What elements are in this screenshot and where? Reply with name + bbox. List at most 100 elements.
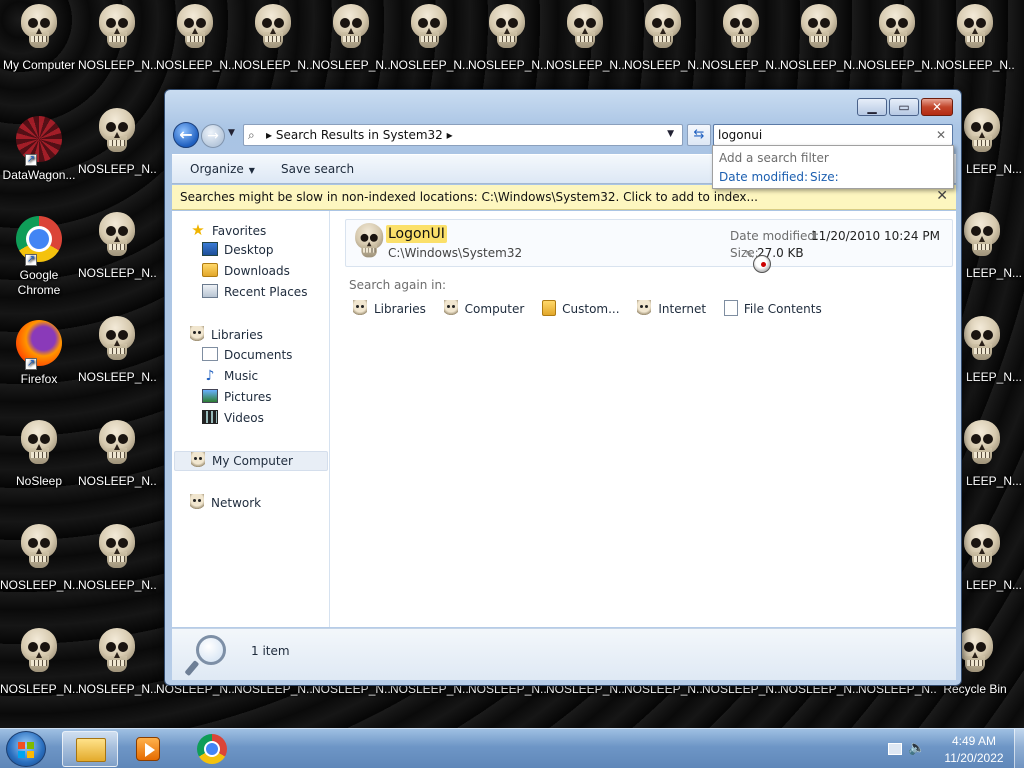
nav-libraries[interactable]: Libraries bbox=[190, 326, 263, 346]
back-button[interactable]: ← bbox=[173, 122, 199, 148]
skull-icon bbox=[485, 4, 529, 52]
nav-videos[interactable]: Videos bbox=[202, 410, 264, 430]
nav-pictures[interactable]: Pictures bbox=[202, 389, 272, 409]
address-dropdown-icon[interactable]: ▼ bbox=[667, 129, 674, 139]
skull-icon bbox=[719, 4, 763, 52]
nav-label: Downloads bbox=[224, 264, 290, 278]
skull-icon bbox=[407, 4, 451, 52]
search-again-file-contents[interactable]: File Contents bbox=[723, 300, 822, 316]
desktop-icon-nosleep[interactable]: NoSleep bbox=[0, 420, 78, 520]
desktop-icon-nosleep-file[interactable]: NOSLEEP_N... bbox=[78, 4, 156, 104]
filter-heading: Add a search filter bbox=[719, 151, 829, 165]
desktop-icon-label: NOSLEEP_N... bbox=[390, 58, 468, 72]
documents-icon bbox=[202, 347, 218, 361]
media-player-icon bbox=[136, 737, 160, 761]
skull-icon bbox=[95, 4, 139, 52]
internet-icon bbox=[637, 300, 652, 316]
forward-button[interactable]: → bbox=[201, 124, 225, 148]
info-bar-text[interactable]: Searches might be slow in non-indexed lo… bbox=[180, 190, 758, 204]
nav-label: Recent Places bbox=[224, 285, 308, 299]
desktop-icon-nosleep-file[interactable]: NOSLEEP_N... bbox=[0, 524, 78, 624]
chrome-icon bbox=[197, 734, 227, 764]
address-bar[interactable]: ⌕ ▸ Search Results in System32 ▸ ▼ bbox=[243, 124, 683, 146]
shortcut-arrow-icon: ↗ bbox=[25, 358, 37, 370]
breadcrumb[interactable]: ▸ Search Results in System32 ▸ bbox=[266, 128, 453, 142]
navigation-pane: ★ Favorites Desktop Downloads Recent Plac… bbox=[172, 211, 330, 627]
recent-places-icon bbox=[202, 284, 218, 298]
maximize-icon: ▭ bbox=[898, 100, 910, 114]
desktop-icon-nosleep-file[interactable]: NOSLEEP_N... bbox=[78, 420, 156, 520]
filter-date-modified[interactable]: Date modified: bbox=[719, 170, 808, 184]
datawagon-icon bbox=[16, 116, 62, 162]
search-again-internet[interactable]: Internet bbox=[637, 300, 706, 316]
search-again-computer[interactable]: Computer bbox=[443, 300, 524, 316]
nav-label: My Computer bbox=[212, 454, 293, 468]
network-icon[interactable] bbox=[888, 743, 902, 755]
result-name[interactable]: LogonUI bbox=[386, 225, 447, 243]
recent-pages-dropdown[interactable]: ▼ bbox=[228, 128, 235, 138]
minimize-icon: ▁ bbox=[867, 100, 877, 114]
organize-label: Organize bbox=[190, 162, 244, 176]
desktop-icon-firefox[interactable]: ↗ Firefox bbox=[0, 314, 78, 414]
nav-downloads[interactable]: Downloads bbox=[202, 263, 290, 283]
desktop-icon-datawagon[interactable]: ↗ DataWagon... bbox=[0, 110, 78, 210]
desktop-icon-label: NoSleep bbox=[15, 474, 63, 488]
option-label: Custom... bbox=[562, 302, 620, 316]
custom-folder-icon bbox=[542, 300, 557, 316]
show-desktop-button[interactable] bbox=[1014, 729, 1024, 768]
desktop-icon-label: NOSLEEP_N... bbox=[156, 58, 234, 72]
maximize-button[interactable]: ▭ bbox=[889, 98, 919, 116]
refresh-icon: ⇆ bbox=[693, 127, 705, 142]
nav-music[interactable]: ♪ Music bbox=[202, 368, 259, 388]
clock-time[interactable]: 4:49 AM bbox=[934, 734, 1014, 748]
filter-size[interactable]: Size: bbox=[810, 170, 839, 184]
libraries-icon bbox=[190, 326, 204, 342]
save-search-button[interactable]: Save search bbox=[281, 162, 354, 176]
desktop-icon-google-chrome[interactable]: ↗ Google Chrome bbox=[0, 210, 78, 310]
desktop-icon-nosleep-file[interactable]: NOSLEEP_N... bbox=[78, 212, 156, 312]
clock-date[interactable]: 11/20/2022 bbox=[934, 751, 1014, 765]
caption-buttons: ▁ ▭ ✕ bbox=[855, 98, 953, 116]
skull-icon bbox=[960, 524, 1004, 572]
desktop-icon-nosleep-file[interactable]: NOSLEEP_N... bbox=[78, 524, 156, 624]
firefox-icon bbox=[16, 320, 62, 366]
desktop-icon-nosleep-file[interactable]: NOSLEEP_N... bbox=[78, 316, 156, 416]
clear-search-icon[interactable]: ✕ bbox=[936, 128, 946, 142]
skull-icon bbox=[95, 420, 139, 468]
close-info-bar-icon[interactable]: ✕ bbox=[936, 188, 948, 204]
taskbar-chrome[interactable] bbox=[185, 731, 241, 767]
nav-network[interactable]: Network bbox=[190, 494, 261, 514]
system-tray: 🔈 4:49 AM 11/20/2022 bbox=[884, 729, 1024, 768]
nav-recent-places[interactable]: Recent Places bbox=[202, 284, 307, 304]
search-box[interactable]: ✕ bbox=[713, 124, 953, 146]
taskbar-explorer[interactable] bbox=[62, 731, 118, 767]
breadcrumb-label[interactable]: Search Results in System32 bbox=[276, 128, 443, 142]
desktop-icon-label: NOSLEEP_N... bbox=[780, 58, 858, 72]
nav-documents[interactable]: Documents bbox=[202, 347, 292, 367]
desktop-icon-my-computer[interactable]: My Computer bbox=[0, 4, 78, 104]
search-again-libraries[interactable]: Libraries bbox=[353, 300, 426, 316]
desktop-icon-nosleep-file[interactable]: NOSLEEP_N... bbox=[78, 628, 156, 728]
volume-icon[interactable]: 🔈 bbox=[908, 740, 925, 756]
minimize-button[interactable]: ▁ bbox=[857, 98, 887, 116]
nav-my-computer[interactable]: My Computer bbox=[174, 451, 328, 471]
details-pane: 1 item bbox=[172, 628, 956, 680]
desktop-icon-label: NOSLEEP_N... bbox=[78, 266, 156, 280]
search-input[interactable] bbox=[718, 127, 928, 143]
nav-desktop[interactable]: Desktop bbox=[202, 242, 274, 262]
nav-favorites[interactable]: ★ Favorites bbox=[190, 221, 266, 241]
skull-icon bbox=[17, 420, 61, 468]
refresh-button[interactable]: ⇆ bbox=[687, 124, 711, 146]
desktop-icon-label: NOSLEEP_N... bbox=[78, 578, 156, 592]
start-button[interactable] bbox=[6, 731, 46, 767]
taskbar-media-player[interactable] bbox=[120, 731, 176, 767]
close-icon: ✕ bbox=[931, 100, 943, 114]
desktop-icon-nosleep-file[interactable]: NOSLEEP_N... bbox=[0, 628, 78, 728]
close-button[interactable]: ✕ bbox=[921, 98, 953, 116]
search-result-item[interactable]: LogonUI C:\Windows\System32 Date modifie… bbox=[345, 219, 953, 267]
search-again-custom[interactable]: Custom... bbox=[542, 300, 620, 316]
organize-button[interactable]: Organize ▼ bbox=[190, 162, 255, 176]
desktop-icon-label: NOSLEEP_N... bbox=[468, 58, 546, 72]
desktop-icon-label: NOSLEEP_N... bbox=[78, 474, 156, 488]
desktop-icon-nosleep-file[interactable]: NOSLEEP_N... bbox=[78, 108, 156, 208]
